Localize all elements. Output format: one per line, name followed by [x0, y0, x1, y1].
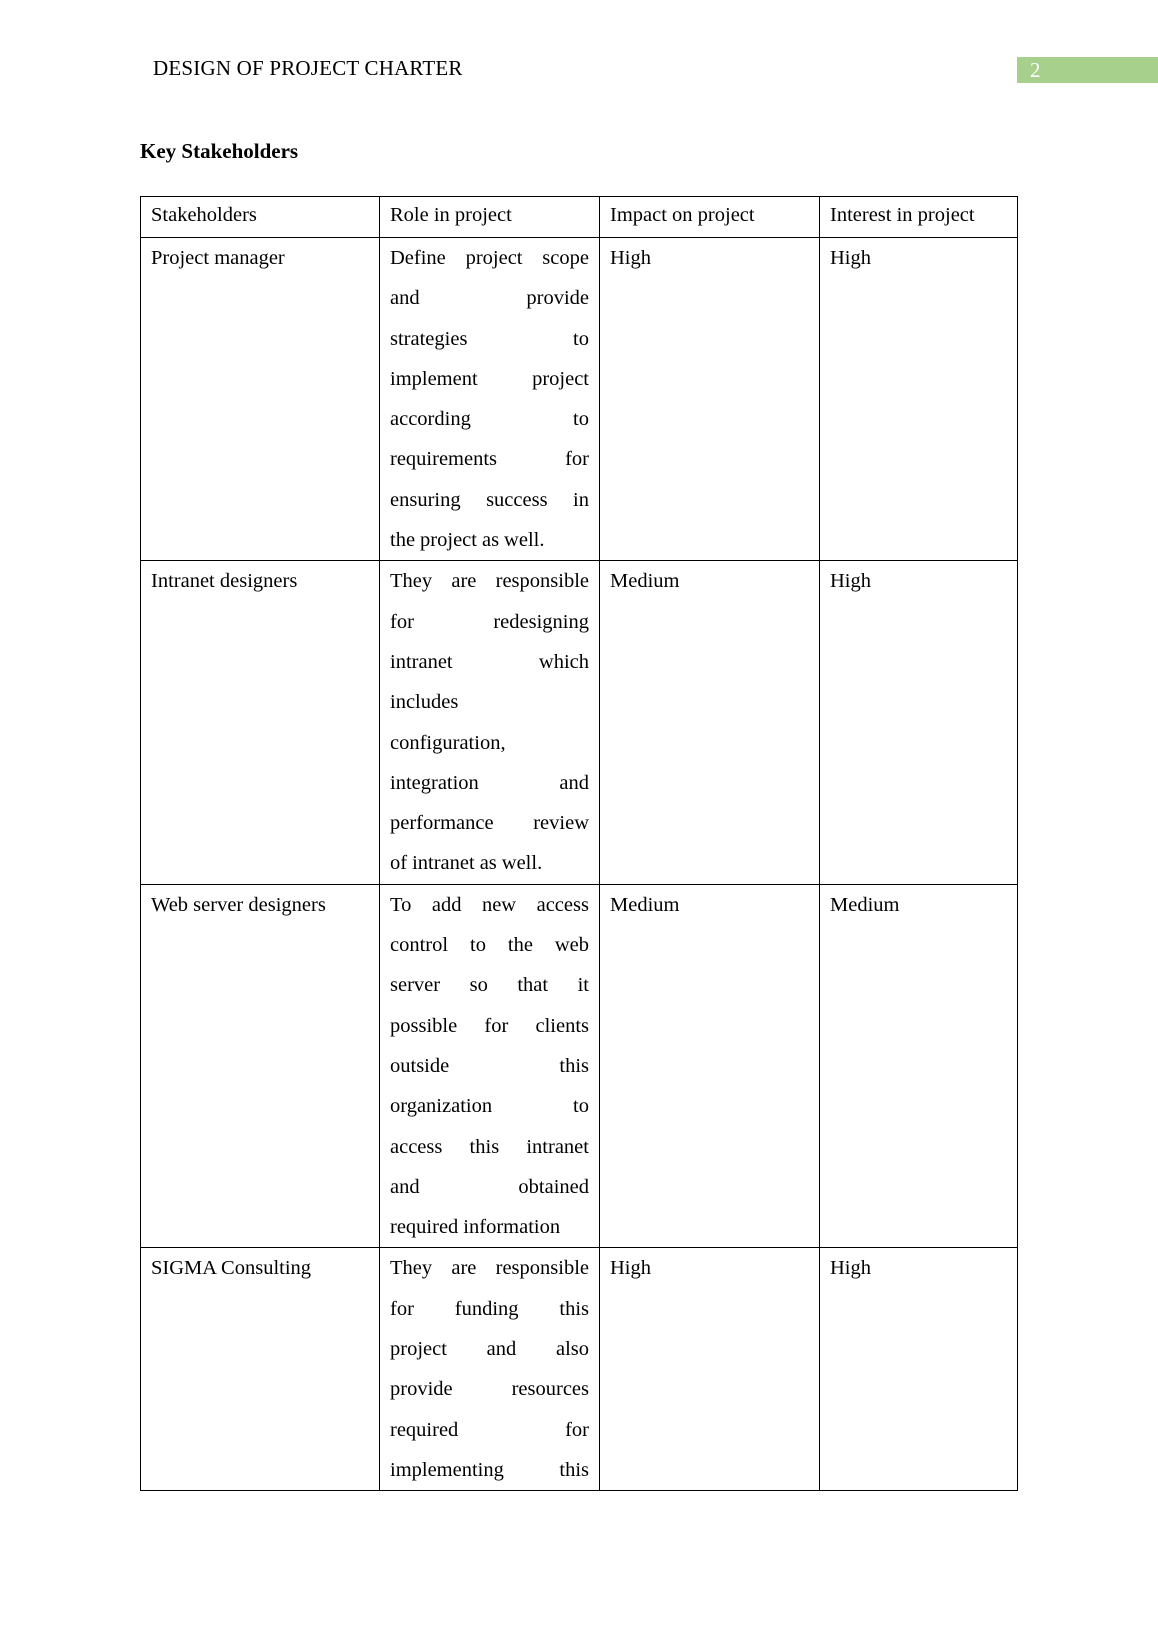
role-line: intranet which	[390, 650, 589, 673]
column-header: Impact on project	[599, 196, 820, 238]
interest-cell: High	[819, 1247, 1018, 1492]
table-row: Web server designers To add new access contro…	[140, 883, 1018, 1249]
role-cell: They are responsible for funding this project a…	[379, 1247, 600, 1492]
role-line: required information	[390, 1216, 561, 1239]
column-header: Role in project	[379, 196, 600, 238]
running-header-title: DESIGN OF PROJECT CHARTER	[153, 56, 463, 80]
role-line: implementing this	[390, 1458, 589, 1481]
role-line: access this intranet	[390, 1135, 589, 1158]
role-line: To add new access	[390, 893, 589, 916]
table-row: SIGMA Consulting They are responsible for fun…	[140, 1247, 1018, 1492]
role-line: according to	[390, 408, 589, 431]
interest-cell: High	[819, 560, 1018, 885]
role-line: They are responsible	[390, 1257, 589, 1280]
stakeholders-table: Stakeholders Role in project Impact on p…	[140, 196, 1018, 1492]
role-line: performance review	[390, 812, 589, 835]
section-title: Key Stakeholders	[140, 139, 299, 163]
stakeholder-cell: Intranet designers	[140, 560, 380, 885]
role-line: of intranet as well.	[390, 852, 543, 875]
role-line: possible for clients	[390, 1014, 589, 1037]
role-line: organization to	[390, 1095, 589, 1118]
role-line: includes	[390, 691, 459, 714]
role-line: project and also	[390, 1338, 589, 1361]
role-line: outside this	[390, 1054, 589, 1077]
role-line: server so that it	[390, 974, 589, 997]
impact-cell: Medium	[599, 883, 820, 1249]
table-row: Project manager Define project scope and prov…	[140, 236, 1018, 562]
role-line: implement project	[390, 367, 589, 390]
column-header: Stakeholders	[140, 196, 380, 238]
stakeholder-cell: Project manager	[140, 236, 380, 562]
role-line: for funding this	[390, 1297, 589, 1320]
stakeholder-cell: Web server designers	[140, 883, 380, 1249]
role-line: provide resources	[390, 1378, 589, 1401]
role-line: ensuring success in	[390, 488, 589, 511]
role-cell: To add new access control to the web server so tha…	[379, 883, 600, 1249]
impact-cell: Medium	[599, 560, 820, 885]
table-row: Intranet designers They are responsible for r…	[140, 560, 1018, 885]
impact-cell: High	[599, 236, 820, 562]
stakeholder-cell: SIGMA Consulting	[140, 1247, 380, 1492]
role-line: configuration,	[390, 731, 506, 754]
role-line: They are responsible	[390, 570, 589, 593]
role-line: control to the web	[390, 934, 589, 957]
table-header-row: Stakeholders Role in project Impact on p…	[140, 196, 1018, 238]
role-line: requirements for	[390, 448, 589, 471]
role-line: the project as well.	[390, 529, 545, 552]
role-cell: Define project scope and provide strategies to…	[379, 236, 600, 562]
role-line: strategies to	[390, 327, 589, 350]
role-line: and provide	[390, 287, 589, 310]
column-header: Interest in project	[819, 196, 1018, 238]
role-line: Define project scope	[390, 247, 589, 269]
role-line: required for	[390, 1418, 589, 1441]
role-line: integration and	[390, 771, 589, 794]
impact-cell: High	[599, 1247, 820, 1492]
role-line: and obtained	[390, 1175, 589, 1198]
interest-cell: Medium	[819, 883, 1018, 1249]
page-number-badge: 2	[1017, 57, 1158, 83]
interest-cell: High	[819, 236, 1018, 562]
role-line: for redesigning	[390, 610, 589, 633]
role-cell: They are responsible for redesigning intranet…	[379, 560, 600, 885]
